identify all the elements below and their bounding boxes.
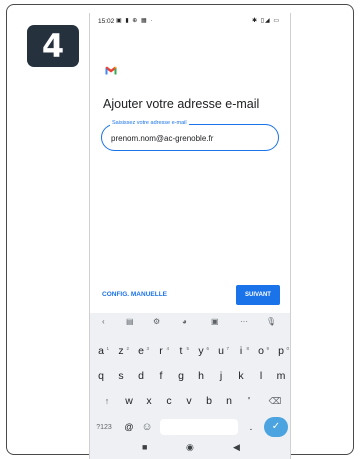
- theme-icon[interactable]: ◕: [182, 317, 187, 326]
- key-a[interactable]: a1: [92, 343, 110, 360]
- key-f[interactable]: f: [152, 368, 170, 385]
- more-icon[interactable]: ···: [240, 317, 248, 326]
- key-at[interactable]: @: [120, 419, 138, 436]
- tutorial-frame: 4 15:02 ▣ ▮ ⊕ ▦ · ✱ ▯◢ ▭ Ajouter votre a…: [6, 4, 354, 459]
- key-v[interactable]: v: [180, 393, 198, 410]
- key-o[interactable]: o9: [252, 343, 270, 360]
- screenshot-icon[interactable]: ▣: [211, 317, 219, 326]
- key-s[interactable]: s: [112, 368, 130, 385]
- shift-key-icon[interactable]: ↑: [98, 393, 116, 410]
- system-icons: ✱ ▯◢ ▭: [252, 18, 280, 24]
- collapse-toolbar-icon[interactable]: ‹: [102, 317, 105, 326]
- key-apostrophe[interactable]: ': [240, 393, 258, 410]
- email-input[interactable]: [111, 132, 271, 144]
- enter-check-icon[interactable]: ✓: [264, 417, 288, 437]
- key-l[interactable]: l: [252, 368, 270, 385]
- status-bar: 15:02 ▣ ▮ ⊕ ▦ · ✱ ▯◢ ▭: [90, 13, 290, 31]
- key-m[interactable]: m: [272, 368, 290, 385]
- numbers-key[interactable]: ?123: [94, 419, 114, 436]
- clipboard-icon[interactable]: ▤: [126, 317, 134, 326]
- step-number-badge: 4: [27, 25, 79, 67]
- status-time: 15:02: [98, 18, 115, 25]
- microphone-off-icon[interactable]: 🎙: [266, 317, 276, 326]
- key-period[interactable]: .: [242, 419, 260, 436]
- key-g[interactable]: g: [172, 368, 190, 385]
- keyboard-toolbar: ‹ ▤ ⚙ ◕ ▣ ··· 🎙: [90, 317, 290, 331]
- recents-icon[interactable]: ■: [142, 442, 147, 452]
- key-t[interactable]: t5: [172, 343, 190, 360]
- keyboard-row-3: ↑ w x c v b n ' ⌫: [90, 393, 290, 410]
- key-u[interactable]: u7: [212, 343, 230, 360]
- keyboard-row-1: a1 z2 e3 r4 t5 y6 u7 i8 o9 p0: [90, 343, 290, 360]
- key-h[interactable]: h: [192, 368, 210, 385]
- key-q[interactable]: q: [92, 368, 110, 385]
- key-c[interactable]: c: [160, 393, 178, 410]
- page-title: Ajouter votre adresse e-mail: [103, 97, 260, 111]
- back-icon[interactable]: ◀: [233, 442, 240, 453]
- navigation-bar: ■ ◉ ◀: [90, 440, 290, 459]
- settings-icon[interactable]: ⚙: [153, 317, 160, 326]
- virtual-keyboard: ‹ ▤ ⚙ ◕ ▣ ··· 🎙 a1 z2 e3 r4 t5 y6 u7 i8 …: [90, 313, 290, 459]
- key-n[interactable]: n: [220, 393, 238, 410]
- key-w[interactable]: w: [120, 393, 138, 410]
- backspace-icon[interactable]: ⌫: [266, 393, 284, 410]
- key-e[interactable]: e3: [132, 343, 150, 360]
- key-z[interactable]: z2: [112, 343, 130, 360]
- emoji-icon[interactable]: ☺: [138, 419, 156, 436]
- phone-screen: 15:02 ▣ ▮ ⊕ ▦ · ✱ ▯◢ ▭ Ajouter votre adr…: [89, 13, 291, 459]
- manual-config-link[interactable]: CONFIG. MANUELLE: [102, 291, 167, 298]
- key-p[interactable]: p0: [272, 343, 290, 360]
- key-r[interactable]: r4: [152, 343, 170, 360]
- keyboard-row-4: ?123 @ ☺ . ✓: [90, 417, 290, 437]
- gmail-logo-icon: [105, 66, 117, 75]
- key-d[interactable]: d: [132, 368, 150, 385]
- notification-icons: ▣ ▮ ⊕ ▦ ·: [116, 18, 154, 24]
- key-y[interactable]: y6: [192, 343, 210, 360]
- spacebar[interactable]: [160, 419, 238, 435]
- key-x[interactable]: x: [140, 393, 158, 410]
- next-button[interactable]: SUIVANT: [236, 285, 280, 305]
- keyboard-row-2: q s d f g h j k l m: [90, 368, 290, 385]
- key-j[interactable]: j: [212, 368, 230, 385]
- key-k[interactable]: k: [232, 368, 250, 385]
- home-icon[interactable]: ◉: [186, 442, 194, 453]
- email-field-label: Saisissez votre adresse e-mail: [110, 120, 189, 126]
- email-field[interactable]: Saisissez votre adresse e-mail: [101, 120, 279, 151]
- key-i[interactable]: i8: [232, 343, 250, 360]
- key-b[interactable]: b: [200, 393, 218, 410]
